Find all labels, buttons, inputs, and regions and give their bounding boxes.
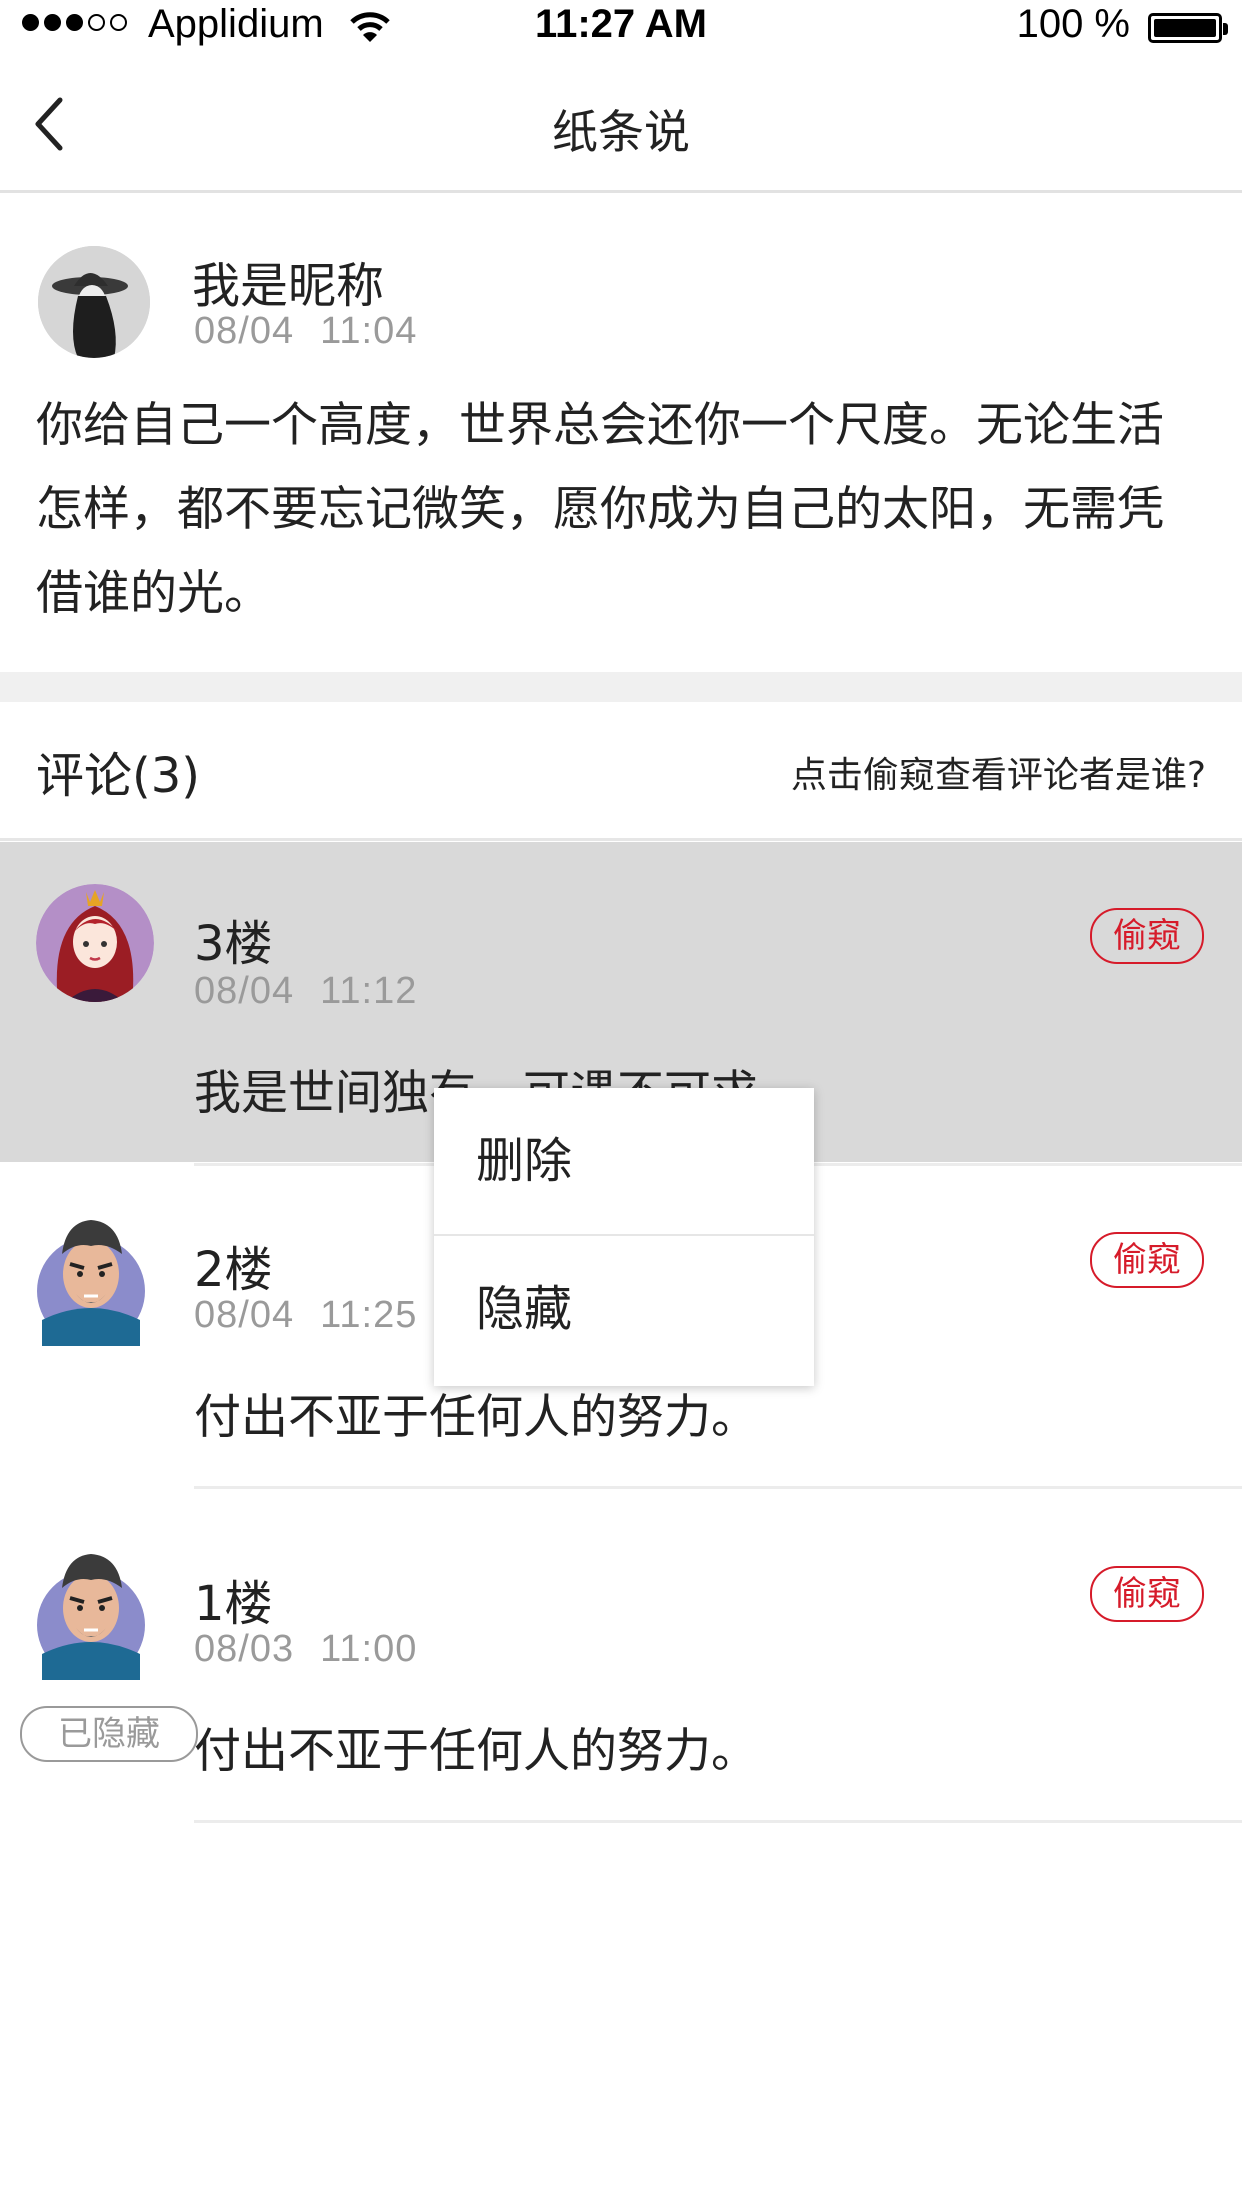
comment-floor: 3楼	[194, 916, 273, 972]
delete-menu-item[interactable]: 删除	[434, 1088, 814, 1234]
comment-divider	[194, 1820, 1242, 1823]
post-body: 你给自己一个高度，世界总会还你一个尺度。无论生活怎样，都不要忘记微笑，愿你成为自…	[36, 398, 1164, 621]
hide-menu-item[interactable]: 隐藏	[434, 1236, 814, 1382]
hidden-status-badge: 已隐藏	[20, 1706, 198, 1762]
post-author-avatar[interactable]	[38, 246, 150, 358]
post-time: 11:04	[320, 310, 418, 352]
section-separator	[0, 672, 1242, 702]
battery-percentage: 100 %	[1016, 2, 1130, 46]
comment-context-menu: 删除 隐藏	[434, 1088, 814, 1386]
post-author-name[interactable]: 我是昵称	[192, 246, 384, 316]
comment-avatar[interactable]	[36, 1208, 146, 1346]
peek-button[interactable]: 偷窥	[1090, 1232, 1204, 1288]
post-timestamp: 08/04 11:04	[194, 310, 417, 353]
battery-icon	[1148, 13, 1228, 43]
comments-header-divider	[0, 838, 1242, 841]
post-date: 08/04	[194, 310, 295, 352]
peek-hint-text: 点击偷窥查看评论者是谁?	[790, 755, 1206, 796]
comment-avatar[interactable]	[36, 1542, 146, 1680]
status-bar: Applidium 11:27 AM 100 %	[0, 0, 1242, 56]
comments-count-title: 评论(3)	[36, 748, 200, 804]
comment-floor: 1楼	[194, 1576, 273, 1632]
page-title: 纸条说	[552, 105, 690, 159]
comment-date: 08/04	[194, 1294, 295, 1336]
comment-date: 08/03	[194, 1628, 295, 1670]
comment-text: 付出不亚于任何人的努力。	[194, 1390, 758, 1445]
comment-time: 11:12	[320, 970, 418, 1012]
nav-divider	[0, 190, 1242, 193]
comment-date: 08/04	[194, 970, 295, 1012]
peek-button[interactable]: 偷窥	[1090, 908, 1204, 964]
comment-timestamp: 08/04 11:12	[194, 970, 417, 1013]
comment-avatar[interactable]	[36, 884, 154, 1002]
peek-button[interactable]: 偷窥	[1090, 1566, 1204, 1622]
comment-divider	[194, 1486, 1242, 1489]
comment-timestamp: 08/04 11:25	[194, 1294, 417, 1337]
comment-text: 付出不亚于任何人的努力。	[194, 1724, 758, 1779]
comment-timestamp: 08/03 11:00	[194, 1628, 417, 1671]
comment-time: 11:25	[320, 1294, 418, 1336]
comment-floor: 2楼	[194, 1242, 273, 1298]
comment-time: 11:00	[320, 1628, 418, 1670]
